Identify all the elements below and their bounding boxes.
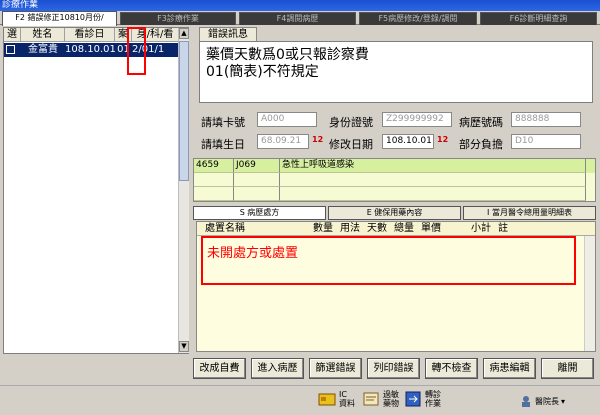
action-buttons: 改成自費 進入病歷 篩選錯誤 列印錯誤 轉不檢查 病患編輯 離開: [193, 358, 596, 380]
tab-detail-query[interactable]: F6診斷明細查詢: [480, 12, 597, 25]
error-line-2: 01(簡表)不符規定: [206, 64, 319, 80]
scroll-down-icon[interactable]: ▼: [179, 341, 189, 352]
tab-record-edit[interactable]: F5病歷修改/登錄/調閱: [359, 12, 477, 25]
exit-button[interactable]: 離開: [541, 358, 594, 379]
col-price: 單價: [421, 223, 441, 234]
birth-label: 請填生日: [201, 138, 245, 151]
highlight-box-case: [127, 27, 146, 75]
diag-code-2: J069: [234, 159, 280, 173]
prescription-header: 處置名稱 數量 用法 天數 總量 單價 小計 註: [197, 222, 595, 236]
col-total: 總量: [394, 223, 414, 234]
copay-label: 部分負擔: [459, 138, 503, 151]
patient-name: 金富貴: [28, 44, 58, 55]
diagnosis-grid: 4659 J069 急性上呼吸道感染: [193, 158, 596, 202]
user-icon: [522, 396, 530, 407]
table-row[interactable]: [194, 173, 595, 187]
diag-code-1: 4659: [194, 159, 234, 173]
card-no-field[interactable]: A000: [257, 112, 317, 127]
referral-icon: [405, 391, 421, 407]
modify-date-label: 修改日期: [329, 138, 373, 151]
diag-desc: 急性上呼吸道感染: [280, 159, 586, 173]
app-window: 診療作業 F2 錯誤修正10810月份/ F3診療作業 F4調閱病歷 F5病歷修…: [0, 0, 600, 415]
col-subtotal: 小計: [471, 223, 491, 234]
skip-check-button[interactable]: 轉不檢查: [425, 358, 478, 379]
col-usage: 用法: [340, 223, 360, 234]
tab-prescription[interactable]: S 病歷處方: [193, 206, 326, 220]
table-row[interactable]: [194, 187, 595, 201]
main-tab-strip: F2 錯誤修正10810月份/ F3診療作業 F4調閱病歷 F5病歷修改/登錄/…: [0, 11, 600, 26]
col-qty: 數量: [313, 223, 333, 234]
birth-field[interactable]: 68.09.21: [257, 134, 309, 149]
col-name[interactable]: 姓名: [21, 28, 65, 41]
staff-selector[interactable]: 醫院長 ▾: [520, 395, 565, 407]
col-note: 註: [498, 223, 508, 234]
edit-patient-button[interactable]: 病患編輯: [483, 358, 536, 379]
tab-monthly-usage[interactable]: I 當月醫令總用量明細表: [463, 206, 596, 220]
patient-list-header: 選 姓名 看診日 案 身/科/看: [4, 28, 178, 42]
calendar-icon[interactable]: 12: [312, 135, 323, 144]
col-select[interactable]: 選: [4, 28, 21, 41]
window-title: 診療作業: [0, 0, 600, 11]
visit-date: 108.10.01: [65, 44, 115, 55]
error-message-tab[interactable]: 錯誤訊息: [199, 27, 257, 41]
allergy-icon: [363, 392, 379, 406]
ic-card-icon: [318, 393, 336, 406]
open-record-button[interactable]: 進入病歷: [251, 358, 304, 379]
highlight-box-message: [201, 236, 576, 285]
chart-no-field[interactable]: 888888: [511, 112, 581, 127]
patient-form: 請填卡號 A000 身份證號 Z299999992 病歷號碼 888888 請填…: [199, 108, 593, 154]
modify-date-field[interactable]: 108.10.01: [382, 134, 434, 149]
col-date[interactable]: 看診日: [65, 28, 115, 41]
scroll-up-icon[interactable]: ▲: [179, 28, 189, 39]
detail-tab-strip: S 病歷處方 E 健保用藥內容 I 當月醫令總用量明細表: [193, 206, 596, 220]
tab-diagnosis[interactable]: F3診療作業: [120, 12, 236, 25]
col-item-name: 處置名稱: [205, 223, 245, 234]
copay-field[interactable]: D10: [511, 134, 581, 149]
bottom-toolbar: IC 資料 過敏 藥物 轉診 作業 醫院長 ▾: [0, 385, 600, 415]
filter-errors-button[interactable]: 篩選錯誤: [309, 358, 362, 379]
tab-error-fix[interactable]: F2 錯誤修正10810月份/: [2, 11, 117, 26]
prescription-scrollbar[interactable]: [584, 236, 595, 351]
id-label: 身份證號: [329, 116, 373, 129]
error-line-1: 藥價天數爲0或只報診察費: [206, 47, 369, 63]
scroll-thumb[interactable]: [179, 41, 189, 181]
allergy-drug-button[interactable]: 過敏 藥物: [362, 390, 399, 408]
card-no-label: 請填卡號: [201, 116, 245, 129]
ic-data-button[interactable]: IC 資料: [318, 390, 355, 408]
self-pay-button[interactable]: 改成自費: [193, 358, 246, 379]
patient-list: 選 姓名 看診日 案 身/科/看 金富貴 108.10.01 01 2/01/1…: [3, 27, 189, 354]
table-row[interactable]: 4659 J069 急性上呼吸道感染: [194, 159, 595, 173]
tab-view-records[interactable]: F4調閱病歷: [239, 12, 356, 25]
tab-drug-content[interactable]: E 健保用藥內容: [328, 206, 461, 220]
col-days: 天數: [367, 223, 387, 234]
print-errors-button[interactable]: 列印錯誤: [367, 358, 420, 379]
referral-button[interactable]: 轉診 作業: [404, 390, 441, 408]
chart-no-label: 病歷號碼: [459, 116, 503, 129]
select-checkbox[interactable]: [6, 45, 15, 54]
id-field[interactable]: Z299999992: [382, 112, 452, 127]
calendar-icon[interactable]: 12: [437, 135, 448, 144]
error-message-box: 藥價天數爲0或只報診察費 01(簡表)不符規定: [199, 41, 593, 103]
chevron-down-icon: ▾: [561, 396, 566, 406]
list-item[interactable]: 金富貴 108.10.01 01 2/01/1: [4, 43, 178, 57]
list-scrollbar[interactable]: ▲ ▼: [178, 28, 189, 353]
